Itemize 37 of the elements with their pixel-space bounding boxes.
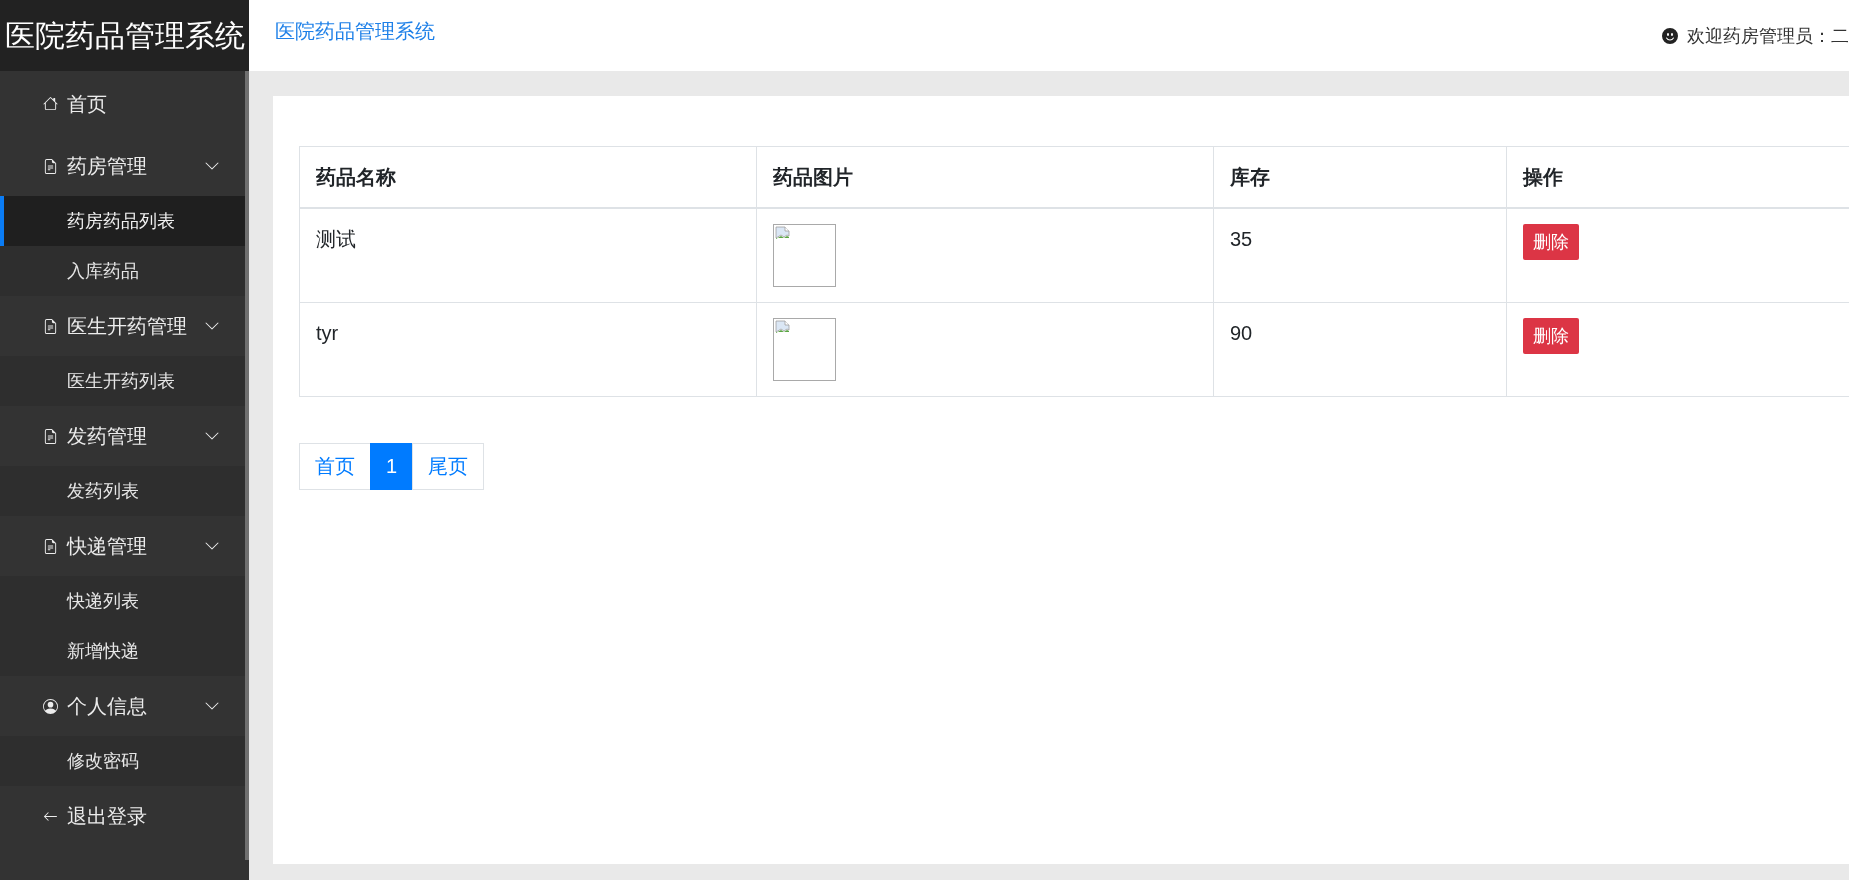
delete-button[interactable]: 删除 — [1523, 224, 1579, 260]
home-icon — [43, 96, 58, 111]
table-cell: 90 — [1213, 302, 1507, 397]
column-header: 药品名称 — [299, 146, 757, 208]
nav-link[interactable]: 退出登录 — [0, 786, 245, 846]
app-title-link[interactable]: 医院药品管理系统 — [275, 19, 435, 43]
page-link[interactable]: 1 — [370, 443, 414, 490]
document-icon — [43, 158, 58, 174]
menu-group[interactable]: 药房管理 — [0, 136, 245, 196]
scrollbar-thumb[interactable] — [245, 71, 249, 860]
nav-link[interactable]: 首页 — [0, 71, 245, 136]
delete-button[interactable]: 删除 — [1523, 318, 1579, 354]
table-cell: 测试 — [299, 208, 757, 303]
submenu-item[interactable]: 医生开药列表 — [0, 356, 245, 406]
submenu-item[interactable]: 修改密码 — [0, 736, 245, 786]
menu-group[interactable]: 发药管理 — [0, 406, 245, 466]
table-cell: tyr — [299, 302, 757, 397]
document-icon — [43, 428, 58, 444]
menu-group[interactable]: 医生开药管理 — [0, 296, 245, 356]
document-icon — [43, 538, 58, 554]
page-link[interactable]: 尾页 — [412, 443, 485, 490]
submenu-item[interactable]: 药房药品列表 — [0, 196, 245, 246]
page-link[interactable]: 首页 — [299, 443, 371, 490]
table-cell: 35 — [1213, 208, 1507, 303]
brand-title: 医院药品管理系统 — [4, 17, 245, 54]
menu-group[interactable]: 个人信息 — [0, 676, 245, 736]
smiley-icon — [1662, 28, 1678, 44]
submenu-item[interactable]: 快递列表 — [0, 576, 245, 626]
menu-group[interactable]: 快递管理 — [0, 516, 245, 576]
column-header: 操作 — [1506, 146, 1849, 208]
welcome-text: 欢迎药房管理员：二 — [1687, 25, 1849, 47]
document-icon — [43, 318, 58, 334]
submenu-item[interactable]: 入库药品 — [0, 246, 245, 296]
submenu-item[interactable]: 发药列表 — [0, 466, 245, 516]
column-header: 库存 — [1213, 146, 1507, 208]
submenu-item[interactable]: 新增快递 — [0, 626, 245, 676]
column-header: 药品图片 — [756, 146, 1214, 208]
